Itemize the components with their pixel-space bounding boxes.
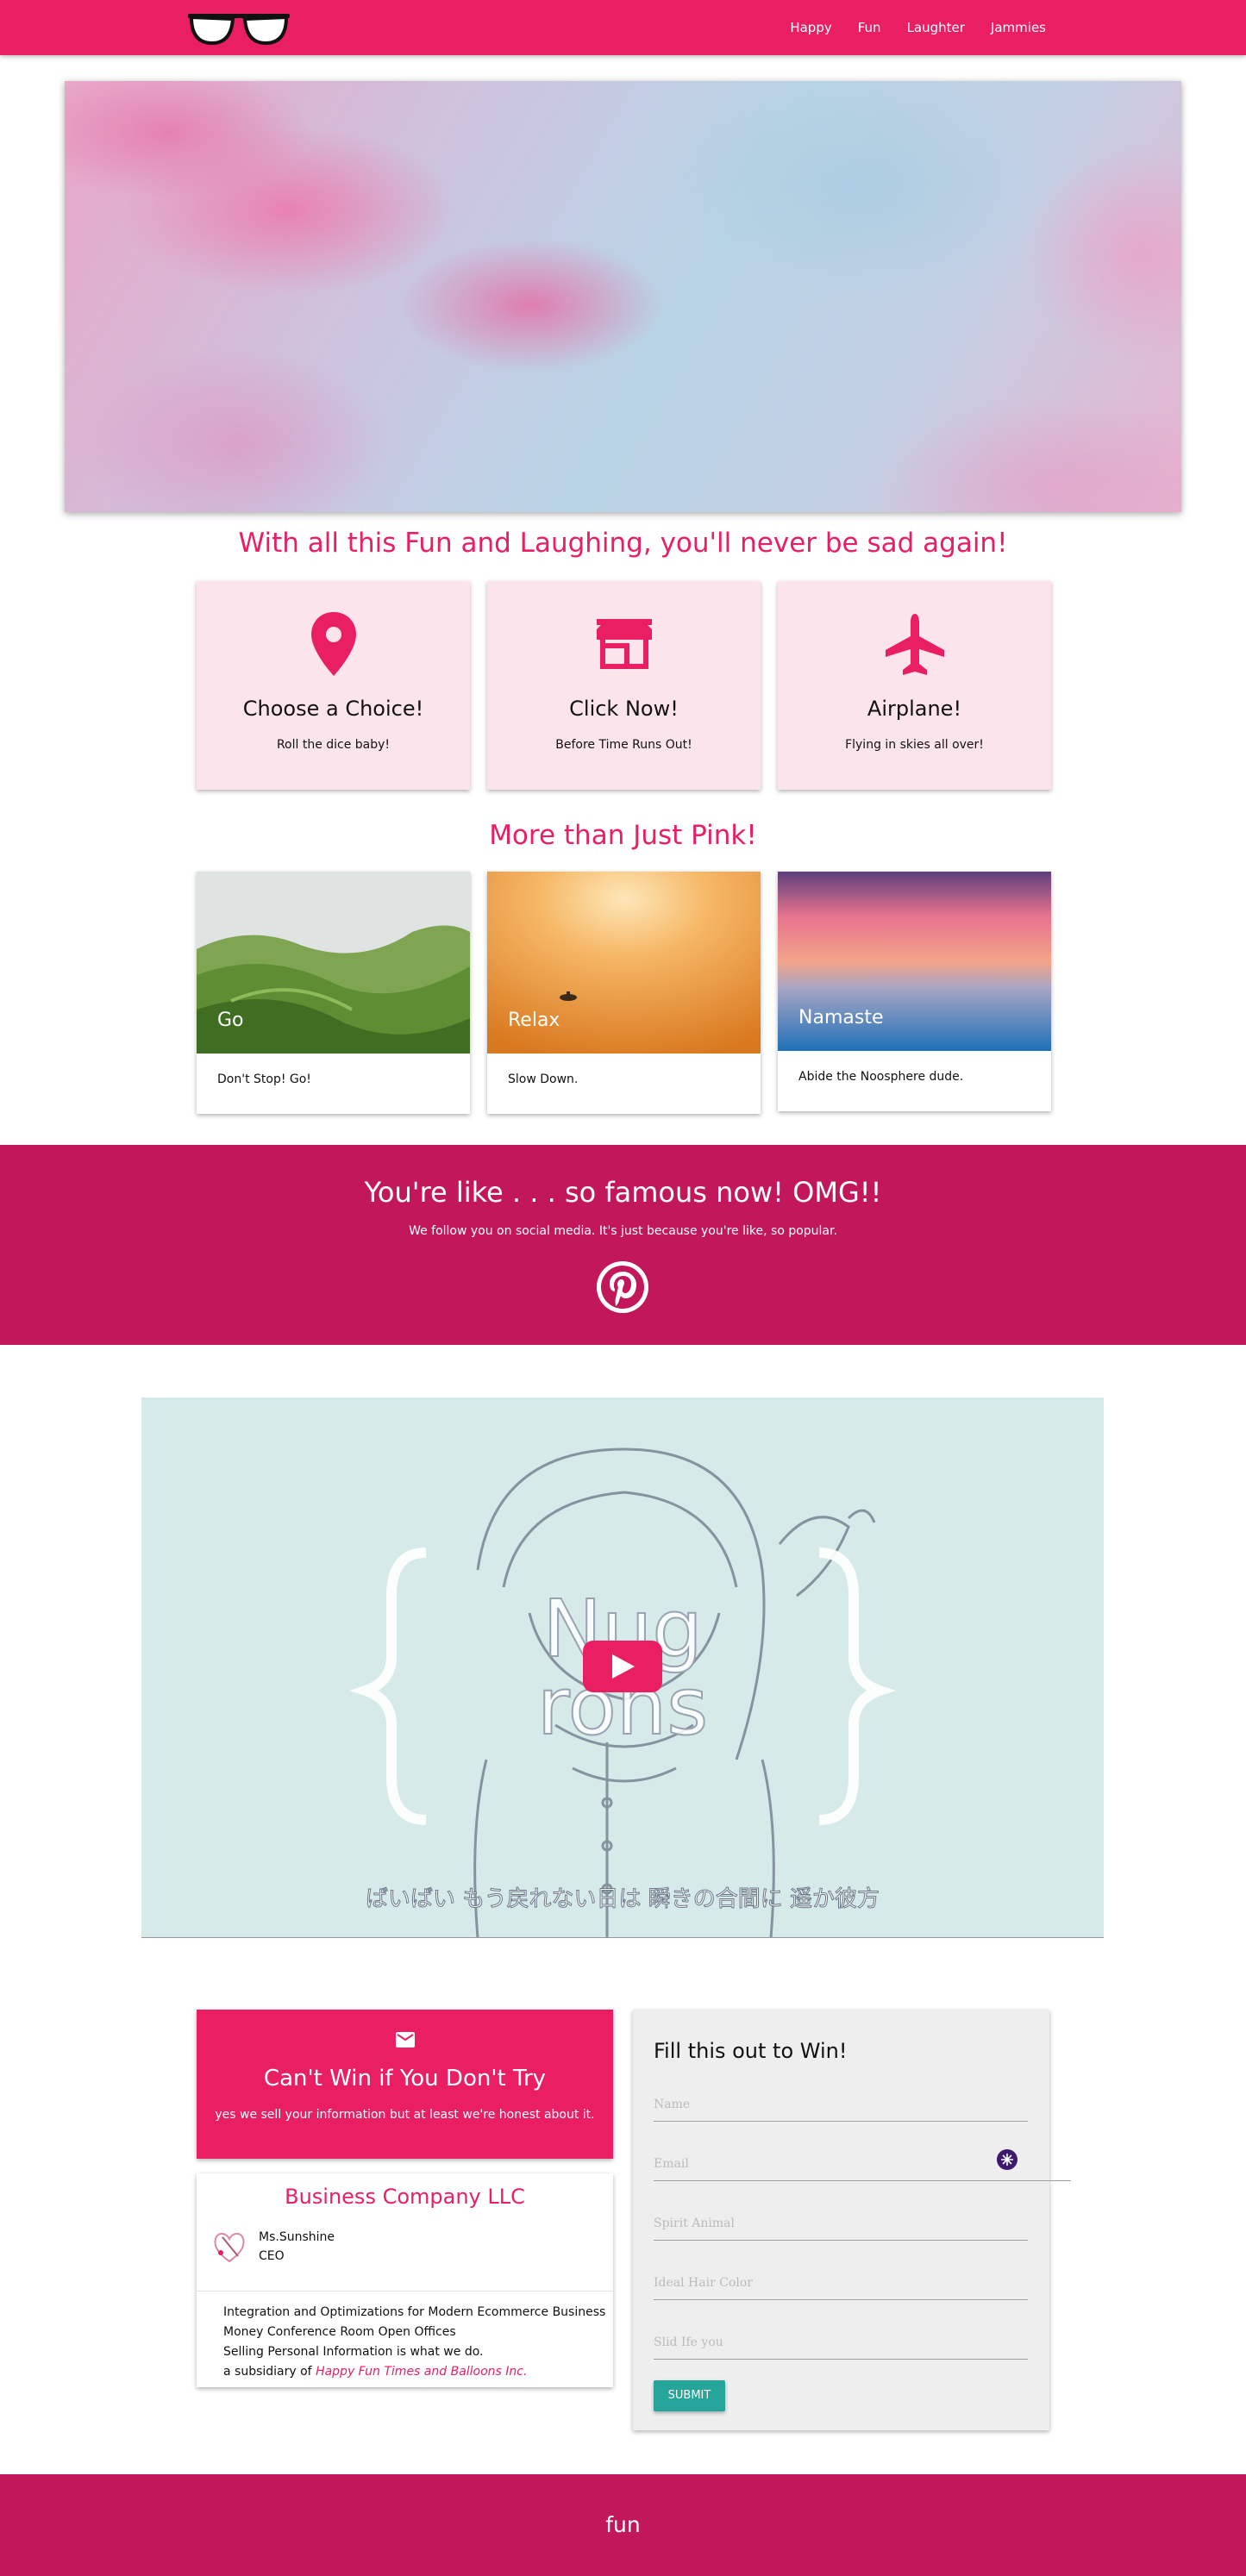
promo-card: Can't Win if You Don't Try yes we sell y… (197, 2010, 613, 2159)
feature-title: Airplane! (867, 697, 962, 721)
airplane-icon (885, 614, 944, 675)
pink-heading: More than Just Pink! (489, 820, 757, 851)
heart-avatar-icon (214, 2233, 245, 2263)
card-text: Slow Down. (508, 1072, 579, 1086)
win-form-card: Fill this out to Win! Name Email Spirit … (633, 2010, 1071, 2430)
person-role: CEO (259, 2249, 285, 2263)
card-text: Abide the Noosphere dude. (798, 1070, 964, 1084)
hair-color-field[interactable]: Ideal Hair Color (654, 2266, 1028, 2300)
image-card-relax[interactable]: Relax Slow Down. (487, 872, 761, 1114)
footer-text: fun (605, 2512, 641, 2537)
hero-watercolor-image (65, 81, 1181, 512)
hills-image: Go (197, 872, 470, 1054)
feature-subtitle: Before Time Runs Out! (555, 738, 692, 752)
extra-field[interactable]: Slid Ife you (654, 2325, 1028, 2360)
nav-link-jammies[interactable]: Jammies (991, 20, 1046, 35)
video-thumbnail: Nug rons ばいばい もう戻れない日は 瞬きの合間に 遥か彼方 (141, 1397, 1104, 1937)
video-player[interactable]: Nug rons ばいばい もう戻れない日は 瞬きの合間に 遥か彼方 (141, 1397, 1104, 1938)
social-title: You're like . . . so famous now! OMG!! (364, 1176, 882, 1209)
social-subtitle: We follow you on social media. It's just… (409, 1224, 837, 1238)
business-line: Selling Personal Information is what we … (223, 2345, 484, 2359)
subsidiary-prefix: a subsidiary of (223, 2365, 312, 2379)
feature-subtitle: Roll the dice baby! (276, 738, 391, 752)
feature-card-airplane[interactable]: Airplane! Flying in skies all over! (778, 581, 1051, 790)
subsidiary-line: a subsidiary of Happy Fun Times and Ball… (223, 2362, 605, 2382)
name-field[interactable]: Name (654, 2087, 1028, 2122)
nav-link-fun[interactable]: Fun (858, 20, 881, 35)
divider (197, 2291, 613, 2292)
form-title: Fill this out to Win! (654, 2039, 848, 2063)
feature-subtitle: Flying in skies all over! (845, 738, 984, 752)
spirit-animal-field[interactable]: Spirit Animal (654, 2206, 1028, 2241)
person-name: Ms.Sunshine (259, 2230, 335, 2244)
nav-link-laughter[interactable]: Laughter (907, 20, 965, 35)
business-card: Business Company LLC Ms.Sunshine CEO Int… (197, 2173, 613, 2387)
card-text: Don't Stop! Go! (217, 1072, 311, 1086)
card-label: Relax (508, 1010, 560, 1031)
subsidiary-link[interactable]: Happy Fun Times and Balloons Inc. (316, 2365, 527, 2379)
card-label: Namaste (798, 1007, 884, 1029)
video-caption: ばいばい もう戻れない日は 瞬きの合間に 遥か彼方 (366, 1886, 880, 1912)
promo-title: Can't Win if You Don't Try (263, 2066, 547, 2091)
feature-title: Choose a Choice! (242, 697, 424, 721)
business-name: Business Company LLC (285, 2185, 525, 2209)
feature-title: Click Now! (569, 697, 679, 721)
fun-heading: With all this Fun and Laughing, you'll n… (238, 528, 1008, 559)
business-line: Money Conference Room Open Offices (223, 2325, 456, 2339)
foggy-lake-image: Relax (487, 872, 761, 1054)
sunset-sea-image: Namaste (778, 872, 1051, 1051)
nav-links: Happy Fun Laughter Jammies (790, 0, 1246, 55)
store-icon (596, 619, 652, 669)
feature-card-choice[interactable]: Choose a Choice! Roll the dice baby! (197, 581, 470, 790)
business-line: Integration and Optimizations for Modern… (223, 2305, 606, 2319)
business-description: Integration and Optimizations for Modern… (223, 2303, 605, 2382)
password-manager-icon[interactable] (997, 2149, 1017, 2170)
glasses-logo[interactable] (186, 7, 291, 50)
navbar: Happy Fun Laughter Jammies (0, 0, 1246, 55)
pinterest-icon[interactable] (597, 1261, 648, 1313)
image-card-go[interactable]: Go Don't Stop! Go! (197, 872, 470, 1114)
feature-card-click[interactable]: Click Now! Before Time Runs Out! (487, 581, 761, 790)
promo-subtitle: yes we sell your information but at leas… (215, 2108, 595, 2122)
mail-icon (396, 2032, 415, 2048)
social-section: You're like . . . so famous now! OMG!! W… (0, 1145, 1246, 1345)
card-label: Go (217, 1010, 244, 1031)
play-icon[interactable] (583, 1641, 662, 1692)
footer: fun (0, 2474, 1246, 2576)
map-pin-icon (310, 612, 356, 676)
image-card-namaste[interactable]: Namaste Abide the Noosphere dude. (778, 872, 1051, 1111)
submit-button[interactable]: SUBMIT (654, 2380, 725, 2411)
nav-link-happy[interactable]: Happy (790, 20, 831, 35)
